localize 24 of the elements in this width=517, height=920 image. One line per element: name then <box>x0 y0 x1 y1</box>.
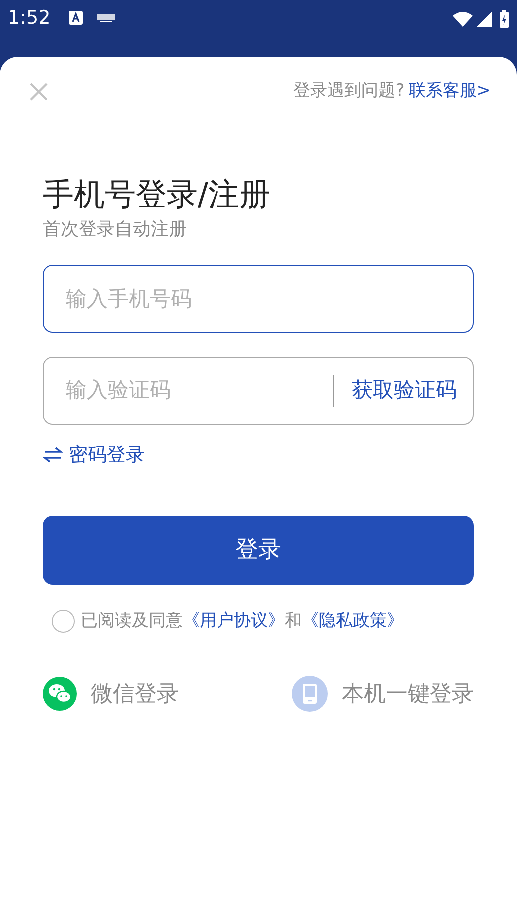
signal-icon <box>477 12 492 27</box>
keyboard-a-icon <box>68 11 83 25</box>
verification-code-field[interactable]: 输入验证码 获取验证码 <box>43 357 474 425</box>
status-time: 1:52 <box>8 6 51 30</box>
login-button[interactable]: 登录 <box>43 516 474 584</box>
swap-arrows-icon <box>43 447 63 464</box>
help-text: 登录遇到问题? <box>294 80 405 104</box>
agreement-text: 已阅读及同意《用户协议》和《隐私政策》 <box>81 610 404 632</box>
agreement-checkbox[interactable] <box>52 610 75 633</box>
contact-support-link[interactable]: 联系客服> <box>408 79 491 105</box>
keyboard-icon <box>96 14 115 23</box>
password-login-link[interactable]: 密码登录 <box>43 441 145 470</box>
close-icon <box>29 82 49 102</box>
chat-bubbles-icon <box>43 677 77 711</box>
page-title: 手机号登录/注册 <box>43 176 272 215</box>
get-code-button[interactable]: 获取验证码 <box>352 375 457 407</box>
phone-icon <box>292 676 328 712</box>
phone-input-field[interactable]: 输入手机号码 <box>43 265 474 333</box>
wifi-icon <box>453 12 473 27</box>
code-input-field[interactable]: 输入验证码 <box>66 375 332 407</box>
battery-charging-icon <box>500 10 509 28</box>
page-subtitle: 首次登录自动注册 <box>43 218 188 242</box>
policy-link[interactable]: 《隐私政策》 <box>302 610 404 630</box>
policy-link[interactable]: 《用户协议》 <box>183 610 285 630</box>
